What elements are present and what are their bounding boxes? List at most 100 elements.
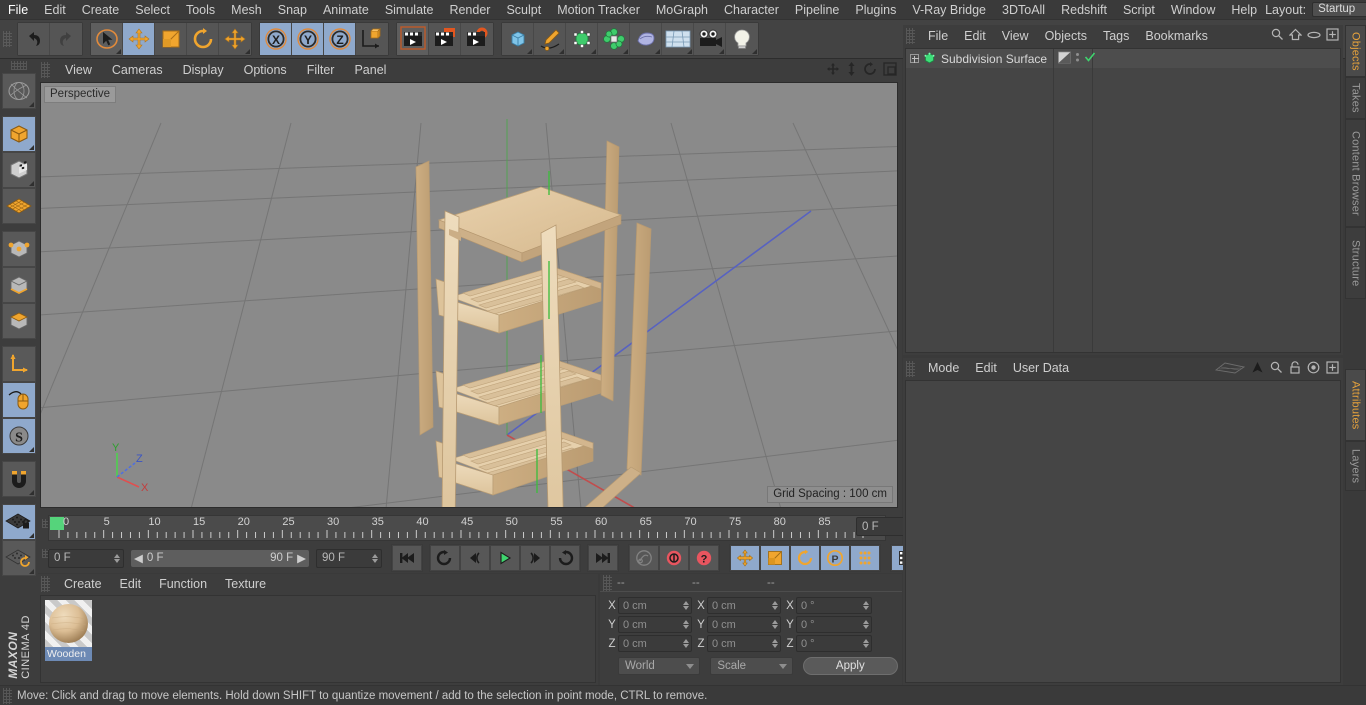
attribute-menu-edit[interactable]: Edit: [967, 358, 1005, 379]
position-z-field[interactable]: 0 cm: [618, 635, 692, 652]
material-menu-create[interactable]: Create: [55, 574, 111, 594]
coord-mode-dropdown[interactable]: Scale: [710, 657, 793, 675]
plus-box-icon[interactable]: [1326, 361, 1339, 377]
object-menu-edit[interactable]: Edit: [956, 25, 994, 47]
apply-button[interactable]: Apply: [802, 657, 898, 675]
lock-icon[interactable]: [1289, 361, 1301, 377]
max-frame-field[interactable]: 90 F: [316, 548, 382, 568]
object-menu-tags[interactable]: Tags: [1095, 25, 1137, 47]
model-mode-icon[interactable]: [2, 116, 36, 152]
menu-pipeline[interactable]: Pipeline: [787, 0, 847, 20]
material-item[interactable]: Wooden: [45, 600, 92, 661]
maximize-icon[interactable]: [883, 62, 897, 79]
status-bar-gripper[interactable]: [3, 687, 12, 704]
menu-motion-tracker[interactable]: Motion Tracker: [549, 0, 648, 20]
rotation-x-field[interactable]: 0 °: [796, 597, 872, 614]
position-y-field[interactable]: 0 cm: [618, 616, 692, 633]
menu-character[interactable]: Character: [716, 0, 787, 20]
left-toolbar-gripper[interactable]: [11, 61, 27, 70]
range-right-arrow-icon[interactable]: ▶: [297, 551, 306, 565]
home-icon[interactable]: [1288, 28, 1303, 44]
deformer-icon[interactable]: [630, 23, 662, 55]
menu-select[interactable]: Select: [127, 0, 178, 20]
object-menu-file[interactable]: File: [920, 25, 956, 47]
max-frame-stepper[interactable]: [367, 553, 378, 563]
soft-selection-icon[interactable]: S: [2, 418, 36, 454]
material-list[interactable]: Wooden: [40, 595, 596, 683]
keyframe-selection-icon[interactable]: ?: [689, 545, 719, 571]
render-view-icon[interactable]: [397, 23, 429, 55]
menu-window[interactable]: Window: [1163, 0, 1223, 20]
param-key-icon[interactable]: P: [820, 545, 850, 571]
menu-file[interactable]: File: [0, 0, 36, 20]
material-menu-edit[interactable]: Edit: [111, 574, 151, 594]
range-left-arrow-icon[interactable]: ◀: [134, 551, 143, 565]
object-menu-view[interactable]: View: [994, 25, 1037, 47]
position-z-stepper[interactable]: [678, 639, 689, 648]
axis-mode-icon[interactable]: [2, 346, 36, 382]
size-z-stepper[interactable]: [767, 639, 778, 648]
size-y-stepper[interactable]: [767, 620, 778, 629]
polygon-mode-icon[interactable]: [2, 303, 36, 339]
viewport-menu-filter[interactable]: Filter: [297, 59, 345, 81]
play-icon[interactable]: [490, 545, 520, 571]
tab-objects[interactable]: Objects: [1345, 25, 1366, 77]
arrow-up-icon[interactable]: [1251, 361, 1264, 377]
texture-mode-icon[interactable]: [2, 152, 36, 188]
plus-box-icon[interactable]: [1326, 28, 1339, 44]
position-key-icon[interactable]: [730, 545, 760, 571]
interpolation-icon[interactable]: [1214, 361, 1246, 377]
go-to-start-icon[interactable]: [392, 545, 422, 571]
workplane-lock-icon[interactable]: [2, 504, 36, 540]
menu-snap[interactable]: Snap: [270, 0, 315, 20]
tab-attributes[interactable]: Attributes: [1345, 369, 1366, 441]
menu-render[interactable]: Render: [441, 0, 498, 20]
rotate-icon[interactable]: [187, 23, 219, 55]
array-icon[interactable]: [598, 23, 630, 55]
record-key-icon[interactable]: [629, 545, 659, 571]
menu-tools[interactable]: Tools: [178, 0, 223, 20]
object-row-subdivision-surface[interactable]: Subdivision Surface: [906, 49, 1340, 68]
position-x-stepper[interactable]: [678, 601, 689, 610]
world-object-axis-icon[interactable]: [356, 23, 388, 55]
menu-script[interactable]: Script: [1115, 0, 1163, 20]
viewport-menu-options[interactable]: Options: [234, 59, 297, 81]
layout-dropdown[interactable]: Startup: [1312, 2, 1366, 17]
render-settings-icon[interactable]: [461, 23, 493, 55]
y-axis-icon[interactable]: Y: [292, 23, 324, 55]
position-y-stepper[interactable]: [678, 620, 689, 629]
workplane-reset-icon[interactable]: [2, 540, 36, 576]
workplane-mode-icon[interactable]: [2, 188, 36, 224]
play-forward-loop-icon[interactable]: [550, 545, 580, 571]
tab-structure[interactable]: Structure: [1345, 227, 1366, 299]
camera-icon[interactable]: [694, 23, 726, 55]
attribute-menu-user-data[interactable]: User Data: [1005, 358, 1077, 379]
frame-range-slider[interactable]: ◀ 0 F 90 F ▶: [130, 548, 310, 568]
move-icon[interactable]: [123, 23, 155, 55]
step-forward-icon[interactable]: [520, 545, 550, 571]
cube-primitive-icon[interactable]: [502, 23, 534, 55]
material-menu-function[interactable]: Function: [150, 574, 216, 594]
coordinates-gripper[interactable]: [603, 574, 612, 591]
enabled-check-icon[interactable]: [1084, 51, 1096, 66]
enable-tweak-icon[interactable]: [2, 382, 36, 418]
scale-key-icon[interactable]: [760, 545, 790, 571]
search-icon[interactable]: [1270, 361, 1283, 377]
rotation-z-stepper[interactable]: [858, 639, 869, 648]
point-mode-icon[interactable]: [2, 231, 36, 267]
autokey-icon[interactable]: [659, 545, 689, 571]
play-backwards-loop-icon[interactable]: [430, 545, 460, 571]
scene-floor-icon[interactable]: [662, 23, 694, 55]
tab-takes[interactable]: Takes: [1345, 77, 1366, 119]
menu-v-ray-bridge[interactable]: V-Ray Bridge: [904, 0, 994, 20]
size-y-field[interactable]: 0 cm: [707, 616, 781, 633]
attribute-content[interactable]: [905, 380, 1341, 683]
current-frame-field[interactable]: 0 F: [48, 548, 124, 568]
menu-sculpt[interactable]: Sculpt: [498, 0, 549, 20]
menu-plugins[interactable]: Plugins: [847, 0, 904, 20]
phong-tag[interactable]: [1058, 51, 1071, 67]
expand-toggle-icon[interactable]: [910, 54, 919, 63]
object-manager-gripper[interactable]: [906, 28, 915, 44]
size-x-field[interactable]: 0 cm: [707, 597, 781, 614]
menu-simulate[interactable]: Simulate: [377, 0, 442, 20]
